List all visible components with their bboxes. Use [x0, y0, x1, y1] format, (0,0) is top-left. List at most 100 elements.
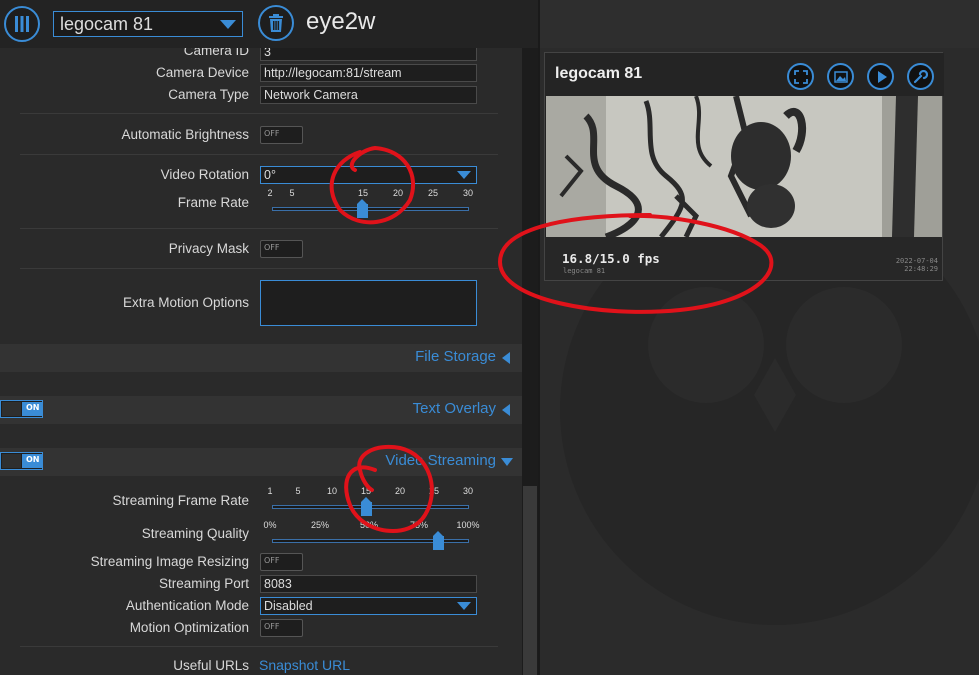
fps-readout: 16.8/15.0 fps	[562, 251, 660, 266]
wrench-icon[interactable]	[907, 63, 934, 90]
chevron-down-icon	[457, 171, 471, 179]
tick-label: 5	[295, 486, 301, 496]
video-streaming-toggle[interactable]: ON	[0, 452, 43, 470]
scrollbar-thumb[interactable]	[523, 486, 537, 675]
streaming-port-field[interactable]: 8083	[260, 575, 477, 593]
toggle-state: OFF	[264, 622, 280, 631]
tick-label: 100%	[456, 520, 480, 530]
tick-label: 0%	[263, 520, 277, 530]
toggle-state: ON	[26, 455, 40, 464]
camera-select[interactable]: legocam 81	[53, 11, 243, 37]
tick-label: 25	[427, 188, 439, 198]
app-root: legocam 81 eye2w Camera ID 3 Camera Devi…	[0, 0, 979, 675]
toggle-track	[2, 454, 21, 468]
tick-label: 50%	[359, 520, 379, 530]
tick-label: 10	[326, 486, 338, 496]
settings-panel: Camera ID 3 Camera Device http://legocam…	[0, 48, 522, 675]
camera-device-label: Camera Device	[155, 65, 249, 80]
app-title: eye2w	[306, 8, 376, 35]
tick-label: 1	[267, 486, 273, 496]
divider	[20, 154, 498, 155]
privacy-mask-label: Privacy Mask	[168, 241, 249, 256]
tick-label: 30	[462, 188, 474, 198]
auto-brightness-label: Automatic Brightness	[121, 127, 249, 142]
trash-icon[interactable]	[258, 5, 294, 41]
frame-rate-slider-handle[interactable]	[357, 199, 368, 218]
camera-frame-name: legocam 81	[555, 65, 643, 82]
streaming-quality-label: Streaming Quality	[141, 526, 249, 541]
divider	[20, 113, 498, 114]
toggle-state: ON	[26, 403, 40, 412]
top-bar: legocam 81 eye2w	[0, 0, 540, 48]
auto-brightness-toggle[interactable]: OFF	[260, 126, 303, 144]
text-overlay-toggle[interactable]: ON	[0, 400, 43, 418]
tick-label: 15	[360, 486, 372, 496]
fullscreen-icon[interactable]	[787, 63, 814, 90]
chevron-down-icon	[501, 458, 513, 466]
tick-label: 20	[392, 188, 404, 198]
camera-date: 2022-07-04	[895, 257, 938, 265]
camera-caption: legocam 81	[563, 267, 606, 275]
tick-label: 30	[462, 486, 474, 496]
camera-time: 22:48:29	[904, 265, 938, 273]
camera-id-label: Camera ID	[183, 48, 249, 58]
tick-label: 15	[357, 188, 369, 198]
auth-mode-label: Authentication Mode	[125, 598, 249, 613]
camera-frame[interactable]: legocam 81 16.8/15.0 fps legocam 81 2022…	[544, 52, 944, 281]
useful-urls-label: Useful URLs	[173, 658, 249, 673]
camera-pane: legocam 81 16.8/15.0 fps legocam 81 2022…	[540, 0, 979, 675]
motion-optimization-label: Motion Optimization	[129, 620, 249, 635]
tick-label: 25	[428, 486, 440, 496]
camera-frame-header: legocam 81	[545, 53, 944, 96]
divider	[20, 228, 498, 229]
divider	[20, 646, 498, 647]
camera-select-value: legocam 81	[60, 14, 154, 34]
extra-motion-label: Extra Motion Options	[122, 295, 249, 310]
streaming-port-label: Streaming Port	[158, 576, 249, 591]
motion-optimization-toggle[interactable]: OFF	[260, 619, 303, 637]
toggle-state: OFF	[264, 243, 280, 252]
chevron-down-icon	[457, 602, 471, 610]
streaming-quality-handle[interactable]	[433, 531, 444, 550]
streaming-resizing-toggle[interactable]: OFF	[260, 553, 303, 571]
section-title: Text Overlay	[412, 400, 496, 417]
picture-icon[interactable]	[827, 63, 854, 90]
camera-info-bar: 16.8/15.0 fps legocam 81 2022-07-04 22:4…	[545, 237, 942, 280]
chevron-down-icon	[220, 20, 236, 29]
menu-icon[interactable]	[4, 6, 40, 42]
section-text-overlay[interactable]: ON Text Overlay	[0, 396, 522, 424]
tick-label: 5	[289, 188, 295, 198]
privacy-mask-toggle[interactable]: OFF	[260, 240, 303, 258]
chevron-left-icon	[502, 352, 510, 364]
snapshot-url-link[interactable]: Snapshot URL	[259, 657, 350, 673]
section-file-storage[interactable]: File Storage	[0, 344, 522, 372]
video-rotation-select[interactable]: 0°	[260, 166, 477, 184]
streaming-frame-rate-handle[interactable]	[361, 497, 372, 516]
camera-image-content	[546, 96, 942, 237]
toggle-track	[2, 402, 21, 416]
camera-type-field[interactable]: Network Camera	[260, 86, 477, 104]
chevron-left-icon	[502, 404, 510, 416]
tick-label: 75%	[409, 520, 429, 530]
camera-live-image[interactable]	[546, 96, 942, 237]
video-rotation-value: 0°	[264, 168, 276, 182]
frame-rate-label: Frame Rate	[177, 195, 249, 210]
auth-mode-value: Disabled	[264, 599, 313, 613]
tick-label: 20	[394, 486, 406, 496]
auth-mode-select[interactable]: Disabled	[260, 597, 477, 615]
camera-type-label: Camera Type	[168, 87, 249, 102]
section-video-streaming[interactable]: ON Video Streaming	[0, 448, 522, 476]
frame-rate-slider[interactable]	[272, 207, 469, 211]
camera-timestamp: 2022-07-04 22:48:29	[896, 257, 938, 273]
extra-motion-textarea[interactable]	[260, 280, 477, 326]
streaming-frame-rate-label: Streaming Frame Rate	[112, 493, 249, 508]
tick-label: 2	[267, 188, 273, 198]
section-title: File Storage	[415, 348, 496, 365]
settings-scrollbar[interactable]	[522, 48, 538, 675]
camera-device-field[interactable]: http://legocam:81/stream	[260, 64, 477, 82]
frame-rate-ticks: 2 5 15 20 25 30	[262, 188, 477, 200]
video-rotation-label: Video Rotation	[160, 167, 249, 182]
camera-id-field[interactable]: 3	[260, 48, 477, 61]
toggle-state: OFF	[264, 129, 280, 138]
play-icon[interactable]	[867, 63, 894, 90]
